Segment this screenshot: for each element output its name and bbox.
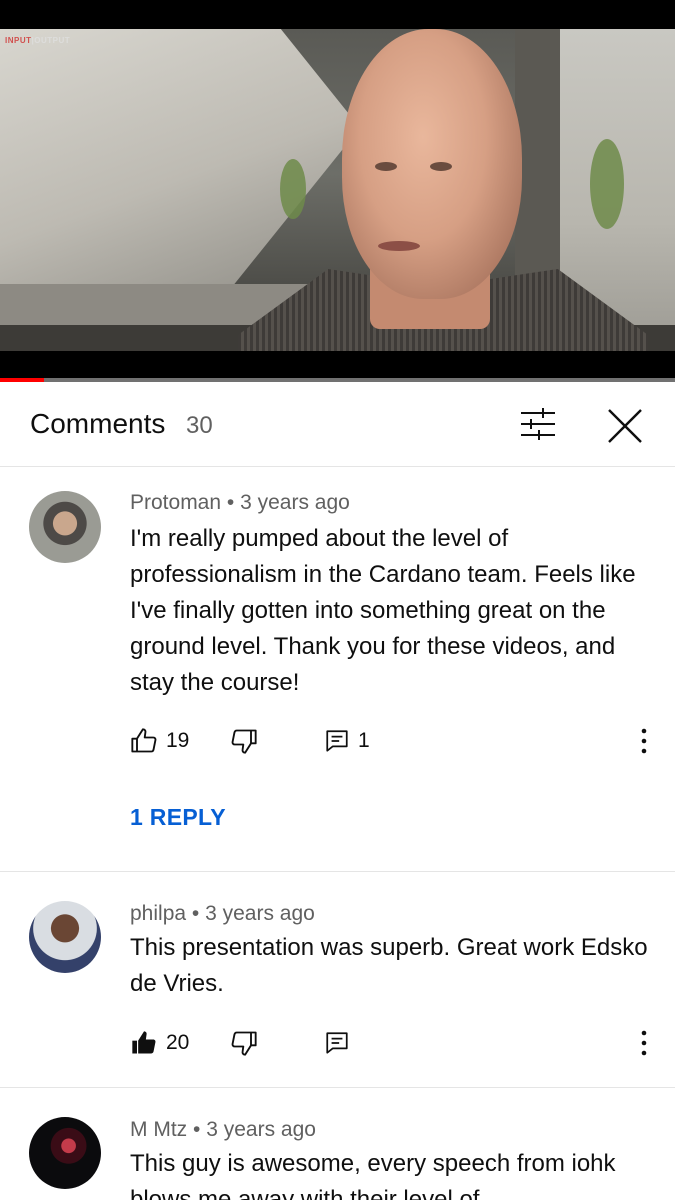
comment-meta: Protoman • 3 years ago bbox=[130, 491, 350, 515]
dislike-button[interactable] bbox=[230, 1025, 258, 1061]
view-replies-link[interactable]: 1 REPLY bbox=[130, 804, 226, 831]
comment-time: 3 years ago bbox=[205, 902, 315, 925]
comment-text: I'm really pumped about the level of pro… bbox=[130, 525, 636, 696]
comment-meta: philpa • 3 years ago bbox=[130, 902, 315, 926]
avatar[interactable] bbox=[29, 901, 101, 973]
comment-item: philpa • 3 years ago This presentation w… bbox=[0, 872, 675, 1087]
like-count: 20 bbox=[166, 1031, 190, 1054]
reply-button[interactable]: 1 bbox=[324, 723, 370, 759]
thumbs-down-icon bbox=[231, 1031, 257, 1056]
comment-text: This guy is awesome, every speech from i… bbox=[130, 1150, 616, 1200]
sort-filter-icon bbox=[521, 408, 555, 440]
meta-separator: • bbox=[226, 491, 235, 514]
reply-icon bbox=[326, 1032, 348, 1054]
reply-button[interactable] bbox=[324, 1025, 350, 1061]
video-player[interactable]: INPUT|OUTPUT bbox=[0, 29, 675, 351]
comment-time: 3 years ago bbox=[240, 491, 350, 514]
comment-author[interactable]: philpa bbox=[130, 902, 186, 925]
reply-icon bbox=[326, 730, 348, 752]
meta-separator: • bbox=[191, 902, 200, 925]
sort-filter-button[interactable] bbox=[515, 404, 561, 444]
comment-more-button[interactable] bbox=[632, 723, 656, 759]
video-frame-eye bbox=[375, 162, 397, 171]
more-vert-icon bbox=[641, 1030, 647, 1056]
like-button[interactable]: 19 bbox=[130, 723, 189, 759]
comment-text: This presentation was superb. Great work… bbox=[130, 934, 648, 997]
thumbs-up-icon bbox=[131, 728, 157, 753]
status-bar bbox=[0, 0, 675, 29]
channel-watermark: INPUT|OUTPUT bbox=[5, 36, 71, 45]
comment-author[interactable]: M Mtz bbox=[130, 1118, 187, 1141]
meta-separator: • bbox=[193, 1118, 201, 1141]
comments-count: 30 bbox=[186, 412, 213, 439]
avatar[interactable] bbox=[29, 491, 101, 563]
comment-author[interactable]: Protoman bbox=[130, 491, 221, 514]
comment-item: Protoman • 3 years ago I'm really pumped… bbox=[0, 467, 675, 871]
video-frame-building bbox=[0, 29, 360, 289]
more-vert-icon bbox=[641, 728, 647, 754]
close-comments-button[interactable] bbox=[603, 404, 647, 448]
video-frame-tree bbox=[590, 139, 624, 229]
comment-time: 3 years ago bbox=[206, 1118, 316, 1141]
video-frame-tree bbox=[280, 159, 306, 219]
thumbs-down-icon bbox=[231, 729, 257, 754]
comment-meta: M Mtz • 3 years ago bbox=[130, 1118, 316, 1142]
like-button[interactable]: 20 bbox=[130, 1025, 189, 1061]
avatar[interactable] bbox=[29, 1117, 101, 1189]
video-frame-eye bbox=[430, 162, 452, 171]
comment-more-button[interactable] bbox=[632, 1025, 656, 1061]
comments-title: Comments bbox=[30, 408, 166, 439]
comment-actions: 19 1 bbox=[130, 723, 660, 759]
dislike-button[interactable] bbox=[230, 723, 258, 759]
reply-count: 1 bbox=[358, 729, 370, 752]
like-count: 19 bbox=[166, 729, 190, 752]
close-icon bbox=[608, 409, 642, 443]
video-letterbox bbox=[0, 351, 675, 378]
comment-item: M Mtz • 3 years ago This guy is awesome,… bbox=[0, 1088, 675, 1200]
comment-actions: 20 bbox=[130, 1025, 660, 1061]
thumbs-up-icon bbox=[132, 1031, 156, 1054]
comments-header: Comments 30 bbox=[0, 382, 675, 466]
video-frame-mouth bbox=[378, 241, 420, 251]
